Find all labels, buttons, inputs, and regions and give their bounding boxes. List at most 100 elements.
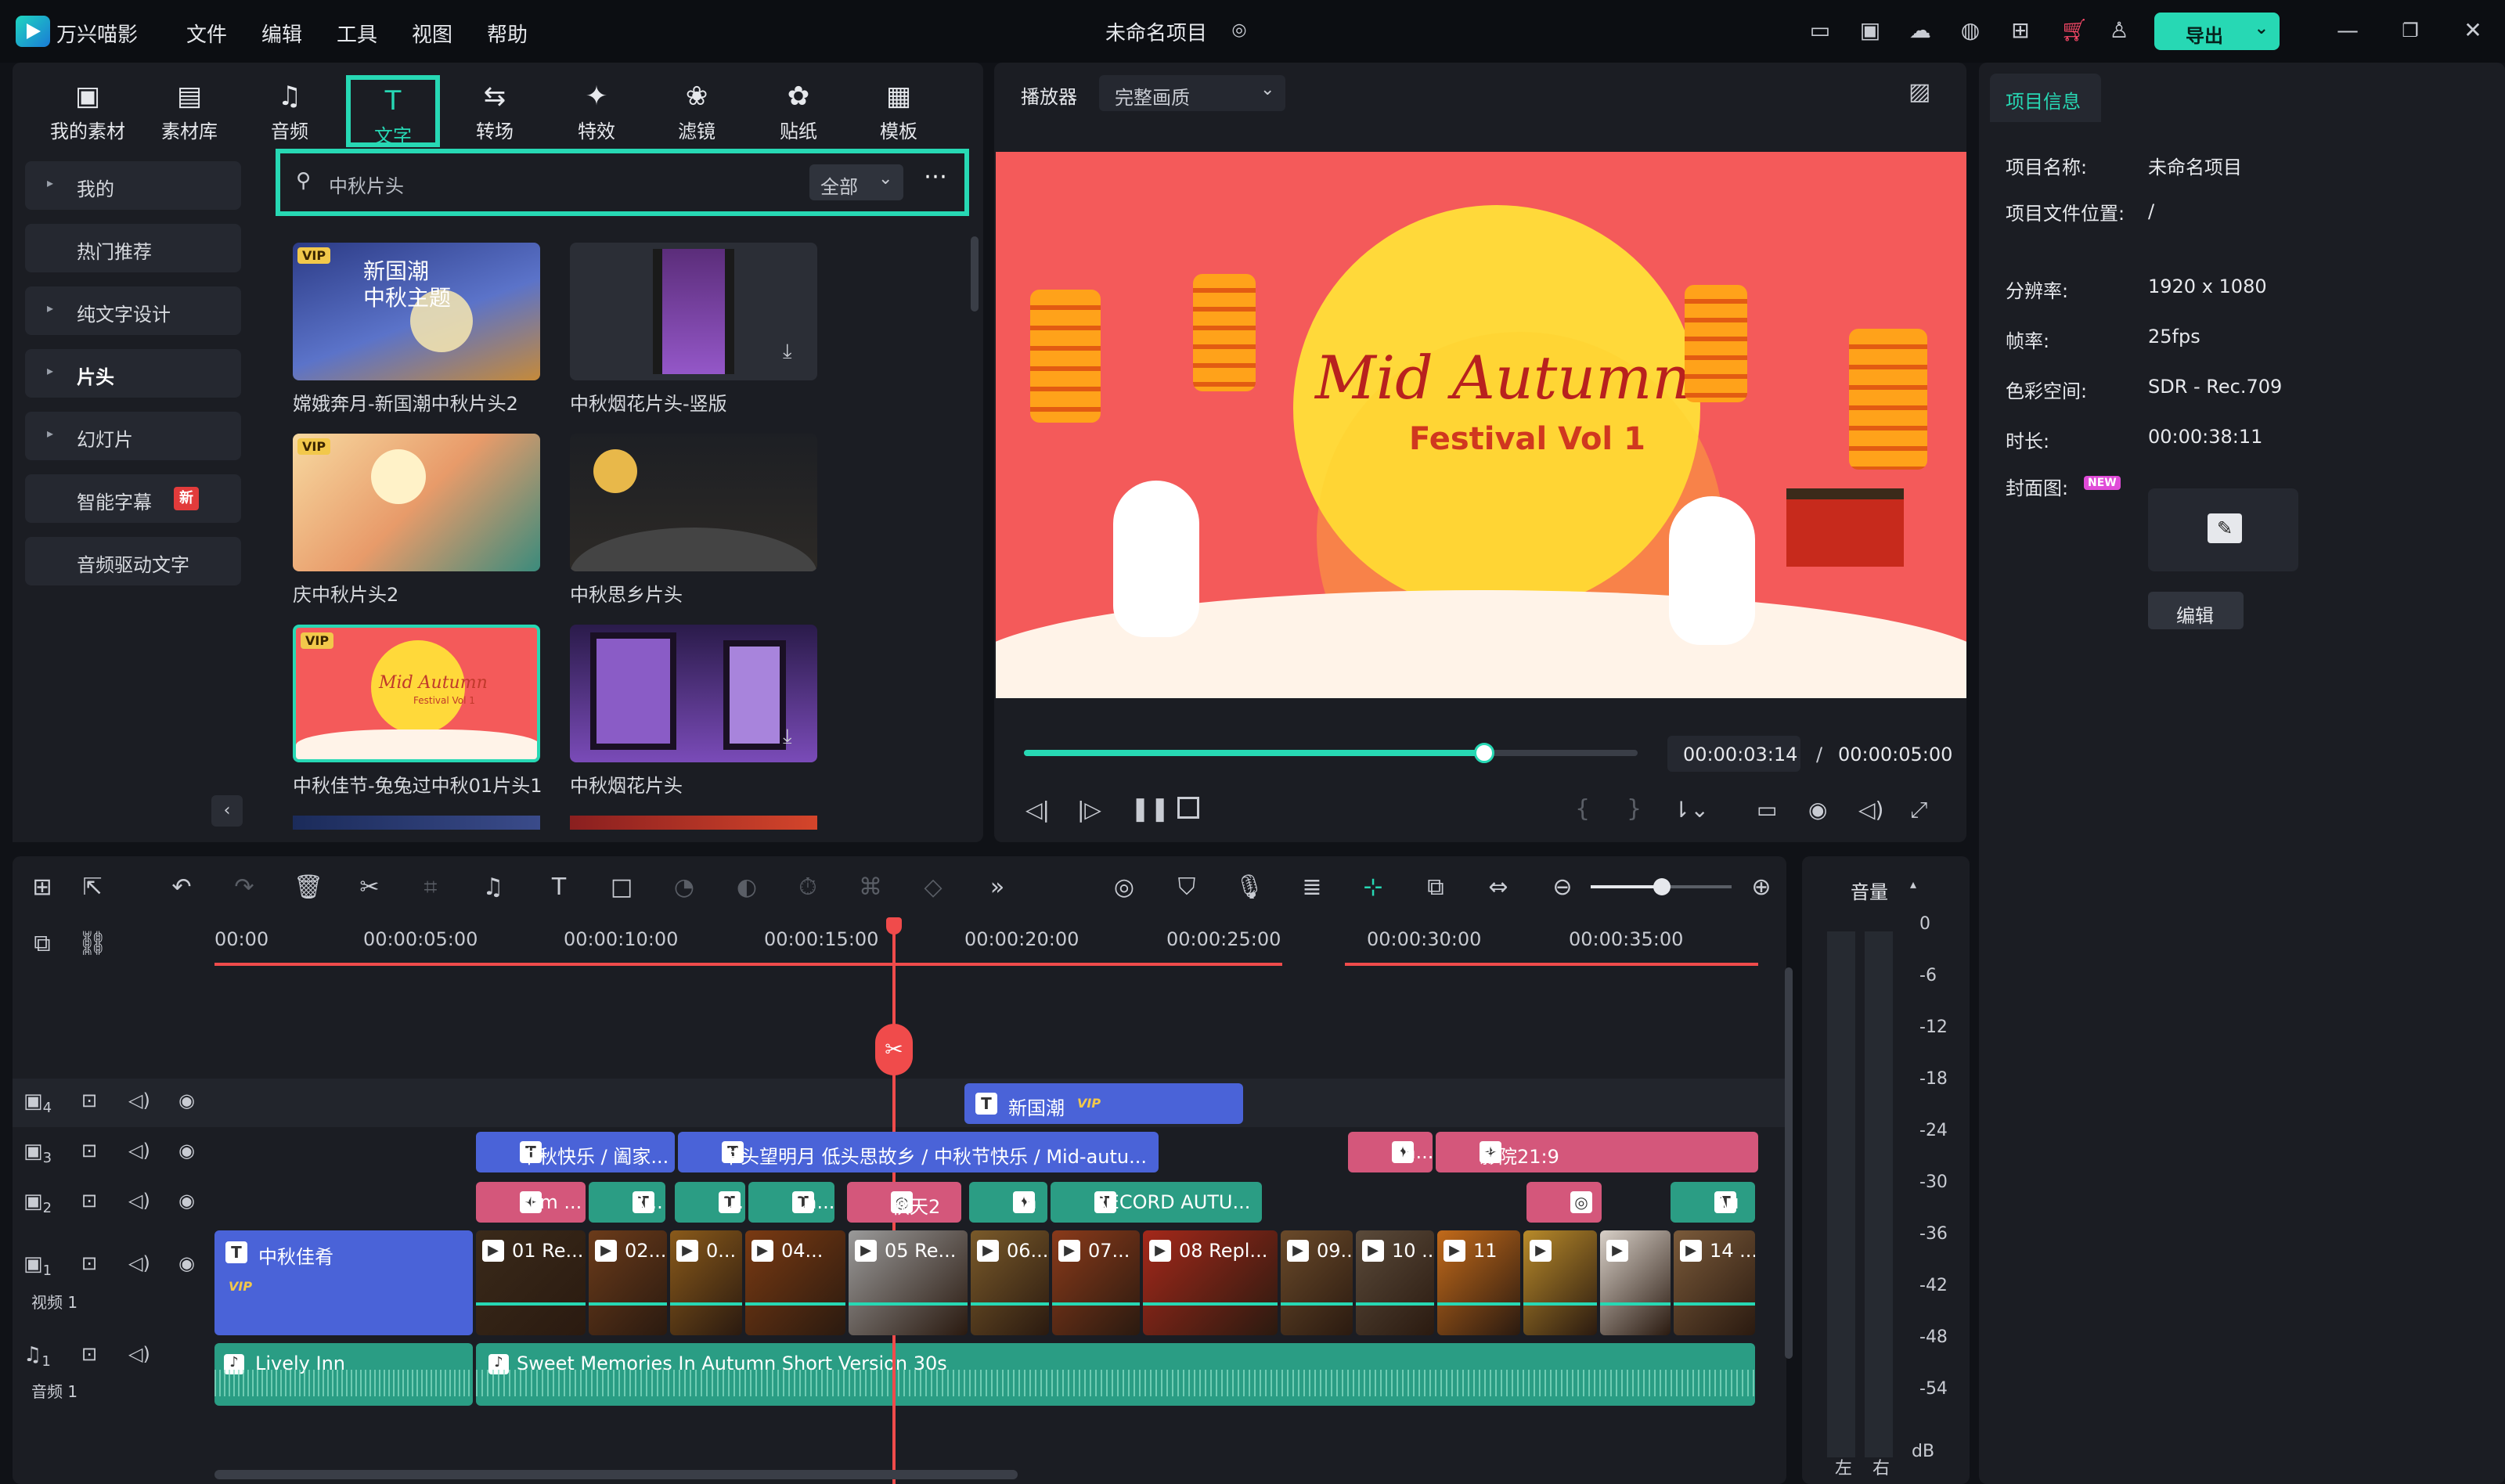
clip-v1-7[interactable]: ▶ 07... <box>1052 1230 1140 1335</box>
clip-v2-2[interactable]: T R... <box>589 1182 665 1223</box>
tab-folder[interactable]: ▣ 我的素材 <box>41 75 135 147</box>
clip-v1-13[interactable]: ▶ <box>1600 1230 1671 1335</box>
undo-icon[interactable]: ↶ <box>166 872 197 903</box>
more-tools-icon[interactable]: » <box>982 872 1013 903</box>
mute-icon[interactable]: ◁) <box>128 1090 150 1111</box>
snap-icon[interactable]: ⊹ <box>1357 872 1389 903</box>
zoom-slider-handle[interactable] <box>1653 878 1671 895</box>
edit-cover-button[interactable]: 编辑 <box>2148 592 2244 629</box>
stop-icon[interactable] <box>1177 797 1199 819</box>
zoom-out-icon[interactable]: ⊖ <box>1547 872 1578 903</box>
save-icon[interactable]: ▣ <box>1857 17 1883 44</box>
link-icon[interactable]: ⛓︎ <box>77 928 108 960</box>
tab-project-info[interactable]: 项目信息 <box>1990 74 2101 122</box>
menu-edit[interactable]: 编辑 <box>261 19 302 48</box>
thumbnail-5[interactable]: Mid Autumn Festival Vol 1 VIP <box>293 625 540 762</box>
thumbnail-2[interactable]: ⤓ <box>570 243 817 380</box>
category-item[interactable]: ▸ 我的 <box>25 161 241 210</box>
keyframe-icon[interactable]: ◇ <box>917 872 949 903</box>
clip-v2-8[interactable]: ◎ <box>1526 1182 1602 1223</box>
clip-v4-1[interactable]: T 新国潮 VIP <box>964 1083 1243 1124</box>
thumbnail-3[interactable]: VIP <box>293 434 540 571</box>
clip-v3-4[interactable]: ✦ 影院21:9 <box>1436 1132 1758 1172</box>
layout-icon[interactable]: ▭ <box>1807 17 1833 44</box>
current-time-box[interactable]: 00:00:03:14 <box>1667 736 1800 772</box>
render-preview-icon[interactable]: ◎ <box>1108 872 1140 903</box>
delete-icon[interactable]: 🗑︎ <box>293 872 324 903</box>
insert-icon[interactable]: ⇂⌄ <box>1672 797 1709 823</box>
clip-v1-6[interactable]: ▶ 06... <box>971 1230 1049 1335</box>
cart-icon[interactable]: 🛒︎ <box>2060 17 2089 44</box>
fullscreen-icon[interactable]: ⤢ <box>1910 797 1927 823</box>
tab-template[interactable]: ▦ 模板 <box>852 75 946 147</box>
tab-filter[interactable]: ❀ 滤镜 <box>650 75 744 147</box>
download-icon[interactable]: ⤓ <box>783 725 792 749</box>
player-progress-handle[interactable] <box>1474 743 1494 763</box>
mute-icon[interactable]: ◁) <box>128 1252 150 1274</box>
more-options-icon[interactable]: ⋯ <box>924 163 947 190</box>
clip-v2-1[interactable]: ✦ Film ... <box>476 1182 586 1223</box>
quality-dropdown[interactable]: 完整画质 ⌄ <box>1099 75 1285 111</box>
display-icon[interactable]: ▭ <box>1757 797 1777 823</box>
clip-v1-11[interactable]: ▶ 11 <box>1437 1230 1520 1335</box>
category-item[interactable]: 热门推荐 <box>25 224 241 272</box>
thumbnail-6[interactable]: ⤓ <box>570 625 817 762</box>
clip-v3-3[interactable]: ✦ Sh... <box>1348 1132 1433 1172</box>
minimize-icon[interactable]: — <box>2334 17 2361 44</box>
step-back-icon[interactable]: ◁| <box>1025 797 1050 823</box>
clip-v2-9[interactable]: T Au <box>1671 1182 1755 1223</box>
thumbnail-8-partial[interactable] <box>570 816 817 830</box>
clip-v1-4[interactable]: ▶ 04... <box>745 1230 845 1335</box>
audio-adjust-icon[interactable]: ♫ <box>478 872 509 903</box>
category-item[interactable]: ▸ 幻灯片 <box>25 412 241 460</box>
clip-v1-2[interactable]: ▶ 02... <box>589 1230 667 1335</box>
select-tool-icon[interactable]: ⇱ <box>77 872 108 903</box>
menu-file[interactable]: 文件 <box>186 19 227 48</box>
lock-icon[interactable]: ⊡ <box>81 1343 97 1365</box>
clip-v2-6[interactable]: ✦ Sh <box>969 1182 1047 1223</box>
player-progress-track[interactable] <box>1024 743 1638 763</box>
clip-v3-2[interactable]: T 举头望明月 低头思故乡 / 中秋节快乐 / Mid-autu... <box>678 1132 1159 1172</box>
clip-v2-3[interactable]: TC... <box>675 1182 745 1223</box>
clip-v1-8[interactable]: ▶ 08 Repl... <box>1143 1230 1278 1335</box>
cloud-upload-icon[interactable]: ☁ <box>1907 17 1934 44</box>
camera-icon[interactable]: ◉ <box>1808 797 1827 823</box>
audio-mix-icon[interactable]: ≣ <box>1296 872 1328 903</box>
thumbnail-4[interactable] <box>570 434 817 571</box>
clip-v1-9[interactable]: ▶ 09... <box>1281 1230 1353 1335</box>
eye-icon[interactable]: ◉ <box>178 1252 195 1274</box>
lock-icon[interactable]: ⊡ <box>81 1140 97 1162</box>
pip-icon[interactable]: ⧉ <box>1420 872 1451 903</box>
tab-sticker[interactable]: ✿ 贴纸 <box>752 75 845 147</box>
clip-v1-14[interactable]: ▶ 14 ... <box>1674 1230 1755 1335</box>
thumbnail-7-partial[interactable] <box>293 816 540 830</box>
mute-icon[interactable]: ◁) <box>128 1140 150 1162</box>
support-icon[interactable]: ◍ <box>1957 17 1984 44</box>
redo-icon[interactable]: ↷ <box>229 872 260 903</box>
clip-v2-7[interactable]: T RECORD AUTU... <box>1051 1182 1262 1223</box>
audio-clip-1[interactable]: ♪ Lively Inn <box>214 1343 473 1406</box>
audio-clip-2[interactable]: ♪ Sweet Memories In Autumn Short Version… <box>476 1343 1755 1406</box>
shape-tool-icon[interactable]: □ <box>606 872 637 903</box>
clip-v2-4[interactable]: T Ca... <box>748 1182 834 1223</box>
color-icon[interactable]: ◐ <box>731 872 762 903</box>
mute-icon[interactable]: ◁) <box>128 1190 150 1212</box>
clip-v1-5[interactable]: ▶ 05 Re... <box>849 1230 968 1335</box>
caret-up-icon[interactable]: ▴ <box>1910 877 1916 891</box>
chevron-down-icon[interactable]: ⌄ <box>2254 19 2269 38</box>
filter-dropdown[interactable]: 全部 ⌄ <box>809 164 903 200</box>
video-preview[interactable]: Mid Autumn Festival Vol 1 <box>996 152 1966 698</box>
menu-tools[interactable]: 工具 <box>337 19 377 48</box>
playhead-handle[interactable] <box>886 917 902 935</box>
menu-help[interactable]: 帮助 <box>487 19 528 48</box>
category-item[interactable]: 音频驱动文字 <box>25 537 241 585</box>
collapse-sidebar-icon[interactable]: ‹ <box>211 795 243 827</box>
eye-icon[interactable]: ◉ <box>178 1190 195 1212</box>
clip-v1-3[interactable]: ▶ 0... <box>670 1230 742 1335</box>
download-icon[interactable]: ⤓ <box>783 340 792 364</box>
edit-cover-icon[interactable]: ✎ <box>2208 513 2242 543</box>
mark-in-icon[interactable]: { <box>1575 795 1590 823</box>
tab-effects[interactable]: ✦ 特效 <box>550 75 643 147</box>
add-track-icon[interactable]: ⧉ <box>27 928 58 960</box>
microphone-icon[interactable]: 🎙︎ <box>1234 872 1265 903</box>
